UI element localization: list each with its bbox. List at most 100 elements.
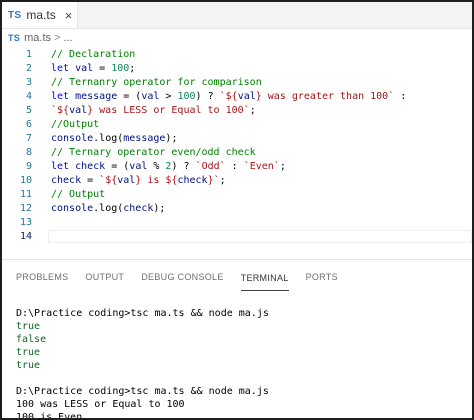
code-token: message <box>75 91 118 102</box>
code-token: 100 <box>111 63 130 74</box>
code-line[interactable]: 11 // Output <box>2 188 472 202</box>
code-token: ; <box>219 175 226 186</box>
code-token: check <box>177 175 208 186</box>
code-token: ); <box>165 133 178 144</box>
code-token: // Output <box>51 189 106 200</box>
line-number: 7 <box>25 133 32 144</box>
code-line[interactable]: 5 `${val} was LESS or Equal to 100`; <box>2 104 472 118</box>
code-token: = ( <box>105 161 130 172</box>
terminal-output-line: 100 was LESS or Equal to 100 <box>16 399 185 410</box>
code-token: // Ternanry operator for comparison <box>51 77 262 88</box>
code-token: console <box>51 203 94 214</box>
code-token: } was LESS or Equal to 100` <box>87 105 250 116</box>
code-token: check <box>75 161 106 172</box>
code-token: 100 <box>177 91 196 102</box>
chevron-right-icon: > <box>54 31 61 44</box>
line-code: // Output <box>51 188 105 202</box>
terminal-output-line: false <box>16 334 47 345</box>
line-number: 1 <box>25 49 32 60</box>
typescript-file-icon: TS <box>8 32 21 43</box>
current-line-highlight <box>48 230 472 243</box>
line-code: let check = (val % 2) ? `Odd` : `Even`; <box>51 160 286 174</box>
code-line[interactable]: 7 console.log(message); <box>2 132 472 146</box>
breadcrumb: TS ma.ts > ... <box>2 29 472 46</box>
code-line[interactable]: 12 console.log(check); <box>2 202 472 216</box>
code-token: = <box>93 63 112 74</box>
breadcrumb-symbols[interactable]: ... <box>63 32 72 44</box>
panel-tab-bar: PROBLEMS OUTPUT DEBUG CONSOLE TERMINAL PORTS <box>2 260 472 291</box>
code-token: message <box>123 133 166 144</box>
terminal-output-line: 100 is Even <box>16 412 83 420</box>
close-icon[interactable]: × <box>65 9 73 22</box>
code-editor[interactable]: 1 // Declaration 2 let val = 100; 3 // Ternan… <box>2 46 472 259</box>
line-code: let val = 100; <box>51 62 135 76</box>
code-token: ; <box>279 161 286 172</box>
line-code: `${val} was LESS or Equal to 100`; <box>51 104 256 118</box>
line-number: 6 <box>25 119 32 130</box>
terminal-command-line: D:\Practice coding>tsc ma.ts && node ma.… <box>16 308 269 319</box>
line-code: let message = (val > 100) ? `${val} was … <box>51 90 406 104</box>
terminal-output[interactable]: D:\Practice coding>tsc ma.ts && node ma.… <box>2 291 472 420</box>
code-token: ) ? <box>195 91 220 102</box>
code-line[interactable]: 3 // Ternanry operator for comparison <box>2 76 472 90</box>
tab-filename: ma.ts <box>26 8 56 22</box>
code-line[interactable]: 13 <box>2 216 472 230</box>
code-token: `Even` <box>243 161 280 172</box>
code-line[interactable]: 1 // Declaration <box>2 48 472 62</box>
code-token: } was greater than 100` <box>255 91 395 102</box>
code-token: val <box>69 105 88 116</box>
code-token: val <box>117 175 136 186</box>
code-token: .log( <box>93 133 124 144</box>
tab-debug-console[interactable]: DEBUG CONSOLE <box>141 272 223 291</box>
code-token: let <box>51 91 76 102</box>
code-token: .log( <box>93 203 124 214</box>
line-number: 2 <box>25 63 32 74</box>
code-token: let <box>51 161 76 172</box>
tab-output[interactable]: OUTPUT <box>85 272 124 291</box>
tab-problems[interactable]: PROBLEMS <box>16 272 68 291</box>
code-token: ) ? <box>171 161 196 172</box>
code-token: `${ <box>99 175 118 186</box>
code-line[interactable]: 10 check = `${val} is ${check}`; <box>2 174 472 188</box>
tab-ports[interactable]: PORTS <box>306 272 338 291</box>
line-number: 9 <box>25 161 32 172</box>
line-number: 3 <box>25 77 32 88</box>
code-line[interactable]: 14 <box>2 230 472 244</box>
code-token: console <box>51 133 94 144</box>
code-token: `${ <box>51 105 70 116</box>
code-token: : <box>225 161 244 172</box>
line-number: 8 <box>25 147 32 158</box>
code-token: val <box>75 63 94 74</box>
code-token: ; <box>249 105 256 116</box>
tab-terminal[interactable]: TERMINAL <box>240 273 289 291</box>
line-code: console.log(message); <box>51 132 177 146</box>
line-code: console.log(check); <box>51 202 165 216</box>
line-number: 11 <box>19 189 32 200</box>
code-token: let <box>51 63 76 74</box>
line-number: 13 <box>19 217 32 228</box>
line-number: 14 <box>19 231 32 242</box>
line-code: //Output <box>51 118 99 132</box>
terminal-command-line: D:\Practice coding>tsc ma.ts && node ma.… <box>16 386 269 397</box>
code-token: val <box>237 91 256 102</box>
editor-tab-ma-ts[interactable]: TS ma.ts × <box>2 2 78 28</box>
code-token: ); <box>153 203 166 214</box>
code-token: val <box>129 161 148 172</box>
code-token: % <box>147 161 166 172</box>
code-line[interactable]: 6 //Output <box>2 118 472 132</box>
code-token: `Odd` <box>195 161 226 172</box>
line-code: // Ternary operator even/odd check <box>51 146 256 160</box>
code-line[interactable]: 8 // Ternary operator even/odd check <box>2 146 472 160</box>
code-token: `${ <box>219 91 238 102</box>
breadcrumb-file[interactable]: ma.ts <box>24 32 51 44</box>
code-token: // Declaration <box>51 49 136 60</box>
code-line[interactable]: 4 let message = (val > 100) ? `${val} was… <box>2 90 472 104</box>
code-line[interactable]: 2 let val = 100; <box>2 62 472 76</box>
code-token: : <box>394 91 407 102</box>
code-token: }` <box>207 175 220 186</box>
code-token: // Ternary operator even/odd check <box>51 147 256 158</box>
line-code: check = `${val} is ${check}`; <box>51 174 226 188</box>
code-line[interactable]: 9 let check = (val % 2) ? `Odd` : `Even`; <box>2 160 472 174</box>
code-token: = <box>81 175 100 186</box>
